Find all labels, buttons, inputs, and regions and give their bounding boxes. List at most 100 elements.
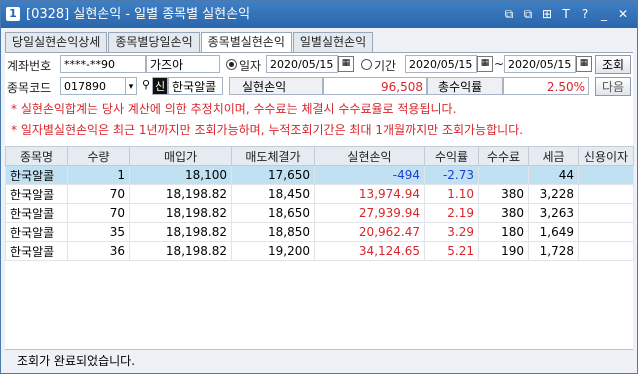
cell-return-rate: 1.10 xyxy=(424,184,479,204)
radio-date[interactable] xyxy=(226,59,237,70)
header-sell-price[interactable]: 매도체결가 xyxy=(231,146,315,166)
cell-quantity: 36 xyxy=(67,241,130,261)
cell-quantity: 70 xyxy=(67,184,130,204)
status-text: 조회가 완료되었습니다. xyxy=(17,354,136,368)
cell-credit-interest xyxy=(578,203,634,223)
calendar-to-icon[interactable]: ▦ xyxy=(576,56,592,72)
cell-buy-price: 18,198.82 xyxy=(129,203,232,223)
total-return-label: 총수익률 xyxy=(427,77,503,95)
query-button[interactable]: 조회 xyxy=(595,55,631,74)
table-row[interactable]: 한국알콜 36 18,198.82 19,200 34,124.65 5.21 … xyxy=(5,241,634,261)
cell-sell-price: 18,850 xyxy=(231,222,315,242)
date-single-field[interactable]: 2020/05/15 xyxy=(266,55,338,73)
cell-return-rate: 2.19 xyxy=(424,203,479,223)
next-button[interactable]: 다음 xyxy=(595,77,631,96)
copy-icon[interactable]: ⧉ xyxy=(520,6,536,22)
table-row[interactable]: 한국알콜 70 18,198.82 18,450 13,974.94 1.10 … xyxy=(5,184,634,204)
cell-credit-interest xyxy=(578,165,634,185)
cell-sell-price: 19,200 xyxy=(231,241,315,261)
header-realized-pnl[interactable]: 실현손익 xyxy=(314,146,425,166)
cell-return-rate: -2.73 xyxy=(424,165,479,185)
stock-name-field: 한국알콜 xyxy=(168,77,223,95)
cell-tax: 3,228 xyxy=(528,184,579,204)
header-buy-price[interactable]: 매입가 xyxy=(129,146,232,166)
total-return-value: 2.50% xyxy=(503,77,589,95)
cell-stock-name: 한국알콜 xyxy=(5,184,68,204)
cell-quantity: 35 xyxy=(67,222,130,242)
cell-credit-interest xyxy=(578,184,634,204)
title-bar[interactable]: 1 [0328] 실현손익 - 일별 종목별 실현손익 ⧉ ⧉ ⊞ T ? _ … xyxy=(1,1,637,28)
tab-daily-realized-pnl[interactable]: 일별실현손익 xyxy=(292,32,374,52)
cell-buy-price: 18,100 xyxy=(129,165,232,185)
radio-period-label: 기간 xyxy=(374,59,397,73)
minimize-icon[interactable]: _ xyxy=(596,6,612,22)
notice-line-1: * 실현손익합계는 당사 계산에 의한 추정치이며, 수수료는 체결시 수수료율… xyxy=(11,102,457,116)
tab-stock-daily-pnl[interactable]: 종목별당일손익 xyxy=(108,32,200,52)
cell-tax: 3,263 xyxy=(528,203,579,223)
table-header-row: 종목명 수량 매입가 매도체결가 실현손익 수익률 수수료 세금 신용이자 xyxy=(5,146,634,166)
app-window: 1 [0328] 실현손익 - 일별 종목별 실현손익 ⧉ ⧉ ⊞ T ? _ … xyxy=(0,0,638,374)
cell-tax: 1,728 xyxy=(528,241,579,261)
realized-pnl-value: 96,508 xyxy=(323,77,427,95)
header-tax[interactable]: 세금 xyxy=(528,146,579,166)
help-icon[interactable]: ? xyxy=(577,6,593,22)
account-name-field: 가즈아 xyxy=(146,55,220,73)
cell-credit-interest xyxy=(578,222,634,242)
cell-sell-price: 18,450 xyxy=(231,184,315,204)
cell-realized-pnl: 27,939.94 xyxy=(314,203,425,223)
cell-credit-interest xyxy=(578,241,634,261)
cell-stock-name: 한국알콜 xyxy=(5,241,68,261)
cell-buy-price: 18,198.82 xyxy=(129,184,232,204)
date-from-field[interactable]: 2020/05/15 xyxy=(405,55,477,73)
pin-icon[interactable]: ⊞ xyxy=(539,6,555,22)
close-icon[interactable]: ✕ xyxy=(615,6,631,22)
cell-fee: 380 xyxy=(478,184,529,204)
cell-buy-price: 18,198.82 xyxy=(129,241,232,261)
header-stock-name[interactable]: 종목명 xyxy=(5,146,68,166)
search-icon[interactable]: ⚲ xyxy=(139,78,153,92)
table-row[interactable]: 한국알콜 70 18,198.82 18,650 27,939.94 2.19 … xyxy=(5,203,634,223)
tab-bar: 당일실현손익상세 종목별당일손익 종목별실현손익 일별실현손익 xyxy=(5,32,374,53)
calendar-icon[interactable]: ▦ xyxy=(338,56,354,72)
status-bar: 조회가 완료되었습니다. xyxy=(5,349,633,370)
tab-daily-realized-detail[interactable]: 당일실현손익상세 xyxy=(5,32,108,52)
tab-stock-realized-pnl[interactable]: 종목별실현손익 xyxy=(200,32,292,53)
cell-realized-pnl: -494 xyxy=(314,165,425,185)
cell-return-rate: 5.21 xyxy=(424,241,479,261)
header-credit-interest[interactable]: 신용이자 xyxy=(578,146,634,166)
cell-sell-price: 18,650 xyxy=(231,203,315,223)
radio-period[interactable] xyxy=(361,59,372,70)
header-quantity[interactable]: 수량 xyxy=(67,146,130,166)
header-return-rate[interactable]: 수익률 xyxy=(424,146,479,166)
cell-tax: 1,649 xyxy=(528,222,579,242)
window-restore-icon[interactable]: ⧉ xyxy=(501,6,517,22)
date-to-field[interactable]: 2020/05/15 xyxy=(504,55,576,73)
window-title: [0328] 실현손익 - 일별 종목별 실현손익 xyxy=(26,7,251,22)
cell-stock-name: 한국알콜 xyxy=(5,165,68,185)
table-row[interactable]: 한국알콜 35 18,198.82 18,850 20,962.47 3.29 … xyxy=(5,222,634,242)
cell-realized-pnl: 20,962.47 xyxy=(314,222,425,242)
notice-line-2: * 일자별실현손익은 최근 1년까지만 조회가능하며, 누적조회기간은 최대 1… xyxy=(11,123,524,137)
cell-realized-pnl: 34,124.65 xyxy=(314,241,425,261)
table-row[interactable]: 한국알콜 1 18,100 17,650 -494 -2.73 44 xyxy=(5,165,634,185)
window-number-badge: 1 xyxy=(6,7,20,21)
cell-realized-pnl: 13,974.94 xyxy=(314,184,425,204)
code-dropdown-icon[interactable]: ▾ xyxy=(125,77,137,95)
titlebar-icons: ⧉ ⧉ ⊞ T ? _ ✕ xyxy=(501,6,631,22)
cell-return-rate: 3.29 xyxy=(424,222,479,242)
calendar-from-icon[interactable]: ▦ xyxy=(477,56,493,72)
account-number-field[interactable]: ****-**90 xyxy=(60,55,146,73)
cell-fee: 380 xyxy=(478,203,529,223)
pnl-table: 종목명 수량 매입가 매도체결가 실현손익 수익률 수수료 세금 신용이자 한국… xyxy=(5,146,634,261)
header-fee[interactable]: 수수료 xyxy=(478,146,529,166)
credit-tag: 신 xyxy=(152,77,168,95)
realized-pnl-label: 실현손익 xyxy=(229,77,323,95)
cell-fee: 190 xyxy=(478,241,529,261)
cell-stock-name: 한국알콜 xyxy=(5,222,68,242)
code-label: 종목코드 xyxy=(7,81,52,95)
code-field[interactable]: 017890 xyxy=(60,77,126,95)
account-label: 계좌번호 xyxy=(7,59,52,73)
cell-quantity: 1 xyxy=(67,165,130,185)
cell-sell-price: 17,650 xyxy=(231,165,315,185)
font-icon[interactable]: T xyxy=(558,6,574,22)
